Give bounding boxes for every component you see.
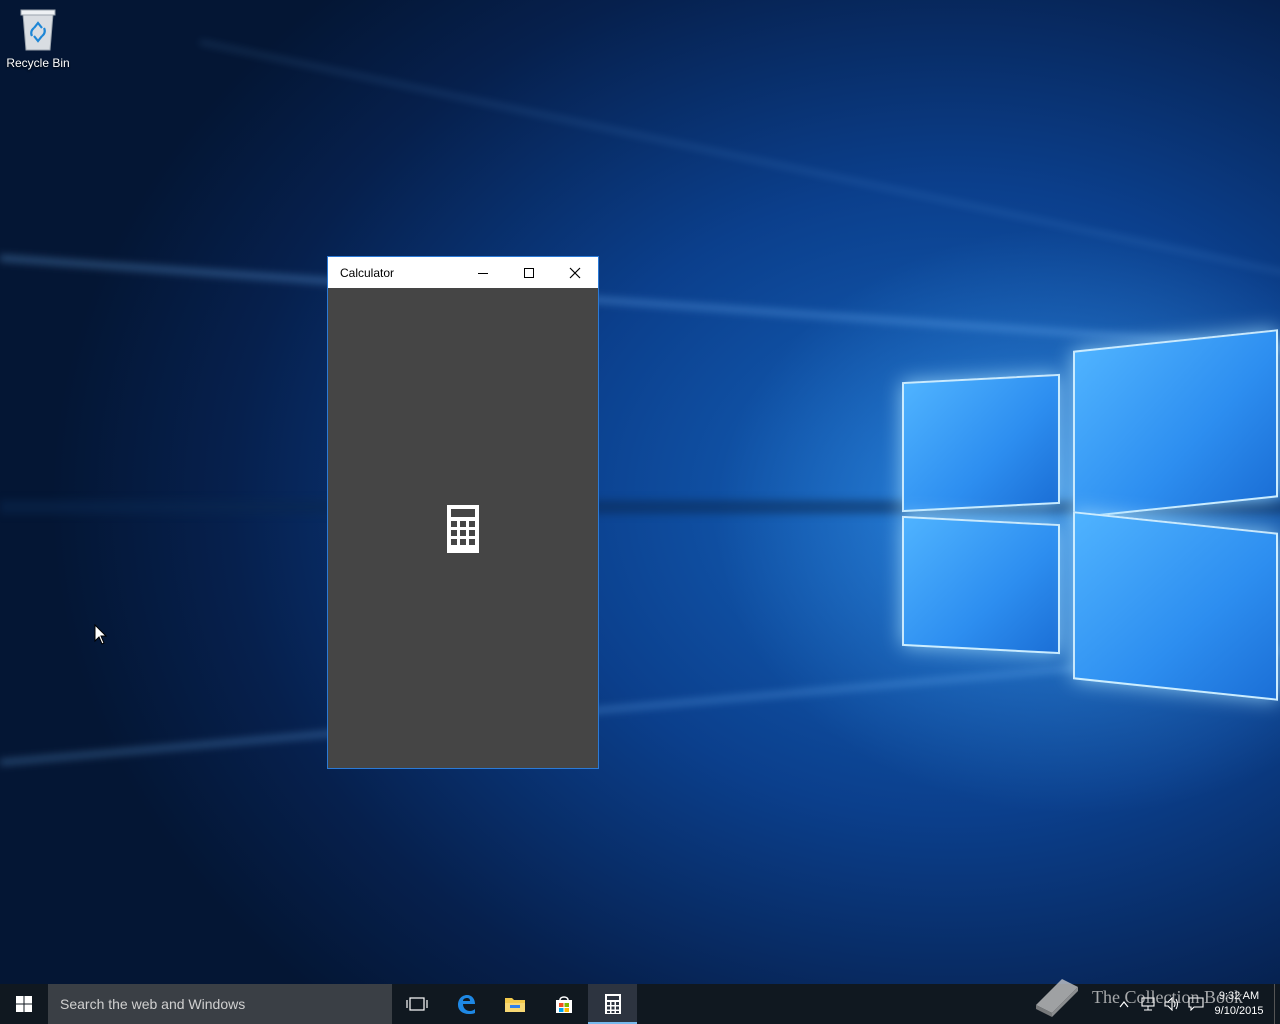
maximize-button[interactable] [506, 257, 552, 288]
title-bar[interactable]: Calculator [328, 257, 598, 288]
desktop-icon-label: Recycle Bin [6, 56, 70, 70]
search-input[interactable]: Search the web and Windows [48, 984, 392, 1024]
minimize-icon [478, 272, 488, 274]
task-view-button[interactable] [392, 984, 441, 1024]
start-button[interactable] [0, 984, 48, 1024]
watermark-text: The Collection Book [1092, 986, 1243, 1007]
desktop: Recycle Bin [0, 0, 1280, 984]
desktop-icon-recycle-bin[interactable]: Recycle Bin [6, 6, 70, 70]
edge-icon [457, 995, 475, 1014]
search-placeholder: Search the web and Windows [60, 996, 246, 1012]
window-title: Calculator [340, 265, 395, 280]
mouse-cursor [94, 623, 108, 650]
maximize-icon [524, 267, 534, 278]
task-view-icon [405, 997, 428, 1011]
close-icon [569, 267, 581, 278]
store-icon [555, 996, 572, 1013]
show-desktop-button[interactable] [1274, 984, 1280, 1024]
book-icon [1036, 979, 1078, 1017]
logo-pane [1073, 511, 1278, 701]
file-explorer-icon [504, 998, 525, 1012]
minimize-button[interactable] [460, 257, 506, 288]
calculator-icon [604, 994, 621, 1014]
calculator-window[interactable]: Calculator [327, 256, 599, 769]
logo-pane [902, 373, 1060, 513]
watermark: The Collection Book [1032, 975, 1243, 1019]
splash-screen [328, 288, 598, 768]
calculator-icon [446, 504, 480, 558]
recycle-bin-icon [19, 6, 57, 52]
edge-button[interactable] [441, 984, 490, 1024]
close-button[interactable] [552, 257, 598, 288]
logo-pane [902, 515, 1060, 655]
file-explorer-button[interactable] [490, 984, 539, 1024]
store-button[interactable] [539, 984, 588, 1024]
light-beam [0, 255, 1280, 352]
windows-icon [16, 996, 32, 1012]
calculator-taskbar-button[interactable] [588, 984, 637, 1024]
logo-pane [1073, 329, 1278, 519]
